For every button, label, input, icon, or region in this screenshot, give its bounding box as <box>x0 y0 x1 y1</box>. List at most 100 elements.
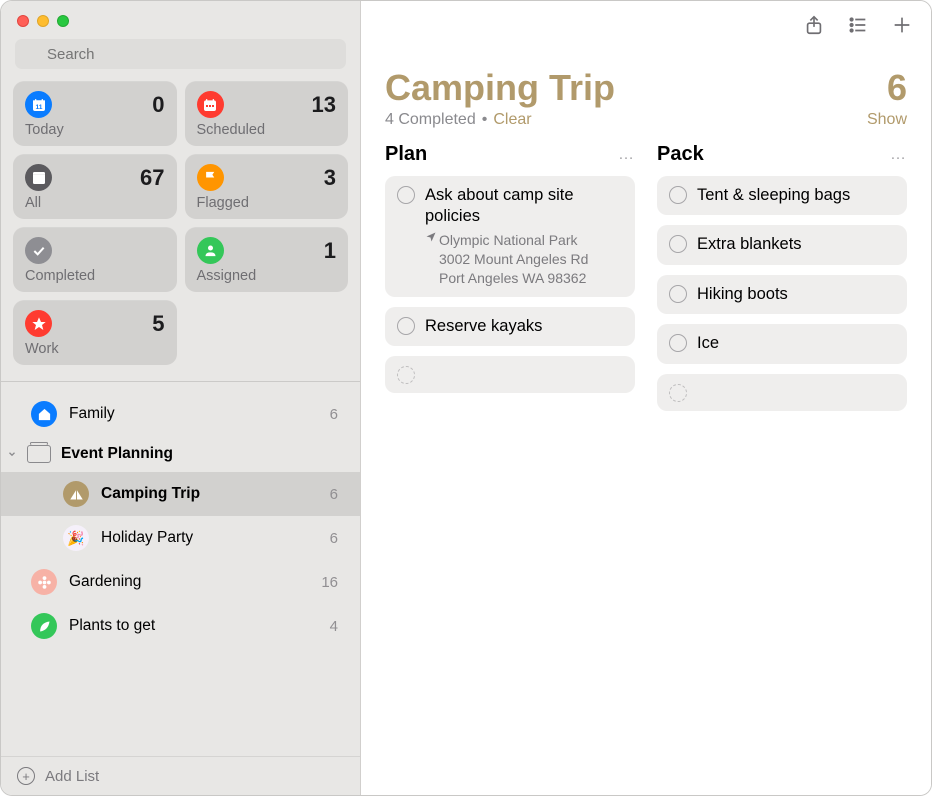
show-completed-button[interactable]: Show <box>867 111 907 129</box>
list-label: Plants to get <box>69 617 330 635</box>
sidebar-divider <box>1 381 360 382</box>
add-list-button[interactable]: + Add List <box>1 756 360 795</box>
reminder-item[interactable]: Hiking boots <box>657 275 907 314</box>
list-row-plants[interactable]: Plants to get 4 <box>1 604 360 648</box>
flower-icon <box>31 569 57 595</box>
main-area: Camping Trip 6 4 Completed • Clear Show … <box>361 1 931 795</box>
reminder-title: Ask about camp site policies <box>425 185 623 228</box>
assigned-icon <box>197 237 224 264</box>
smart-card-work[interactable]: 5 Work <box>13 300 177 365</box>
all-icon <box>25 164 52 191</box>
smart-card-flagged[interactable]: 3 Flagged <box>185 154 349 219</box>
section-plan: Plan … Ask about camp site policies Olym… <box>385 143 635 421</box>
completed-icon <box>25 237 52 264</box>
new-reminder-placeholder[interactable] <box>385 356 635 393</box>
reminder-title: Tent & sleeping bags <box>697 185 895 206</box>
list-count: 6 <box>330 406 338 423</box>
complete-toggle[interactable] <box>669 334 687 352</box>
window-controls <box>1 1 360 33</box>
list-count: 16 <box>321 574 338 591</box>
complete-toggle[interactable] <box>397 317 415 335</box>
list-subheader: 4 Completed • Clear Show <box>385 111 907 129</box>
flagged-icon <box>197 164 224 191</box>
minimize-window-button[interactable] <box>37 15 49 27</box>
list-label: Holiday Party <box>101 529 330 547</box>
share-button[interactable] <box>803 14 825 36</box>
reminder-location: Olympic National Park 3002 Mount Angeles… <box>425 231 623 288</box>
list-row-gardening[interactable]: Gardening 16 <box>1 560 360 604</box>
reminder-item[interactable]: Ask about camp site policies Olympic Nat… <box>385 176 635 297</box>
section-title: Pack <box>657 143 704 166</box>
smart-card-today[interactable]: 11 0 Today <box>13 81 177 146</box>
count-label: 3 <box>324 165 336 191</box>
smart-card-label: Today <box>25 122 165 138</box>
list-label: Camping Trip <box>101 485 330 503</box>
complete-toggle[interactable] <box>669 285 687 303</box>
reminder-title: Hiking boots <box>697 284 895 305</box>
house-icon <box>31 401 57 427</box>
complete-toggle[interactable] <box>397 186 415 204</box>
folder-icon <box>27 445 51 463</box>
smart-card-completed[interactable]: Completed <box>13 227 177 292</box>
count-label: 13 <box>312 92 336 118</box>
new-reminder-placeholder[interactable] <box>657 374 907 411</box>
reminder-item[interactable]: Tent & sleeping bags <box>657 176 907 215</box>
view-options-button[interactable] <box>847 14 869 36</box>
smart-card-assigned[interactable]: 1 Assigned <box>185 227 349 292</box>
list-title: Camping Trip <box>385 67 615 109</box>
list-total-count: 6 <box>887 67 907 109</box>
app-window: 11 0 Today 13 Scheduled <box>0 0 932 796</box>
count-label: 5 <box>152 311 164 337</box>
reminder-location-text: Olympic National Park 3002 Mount Angeles… <box>439 231 588 288</box>
count-label: 0 <box>152 92 164 118</box>
sidebar: 11 0 Today 13 Scheduled <box>1 1 361 795</box>
reminder-title: Extra blankets <box>697 234 895 255</box>
reminder-item[interactable]: Reserve kayaks <box>385 307 635 346</box>
section-more-button[interactable]: … <box>890 146 907 164</box>
smart-card-label: Assigned <box>197 268 337 284</box>
new-reminder-button[interactable] <box>891 14 913 36</box>
smart-card-label: Flagged <box>197 195 337 211</box>
reminder-item[interactable]: Ice <box>657 324 907 363</box>
complete-toggle <box>397 366 415 384</box>
list-row-camping-trip[interactable]: Camping Trip 6 <box>1 472 360 516</box>
complete-toggle <box>669 384 687 402</box>
complete-toggle[interactable] <box>669 235 687 253</box>
sections-container: Plan … Ask about camp site policies Olym… <box>385 143 907 421</box>
list-label: Gardening <box>69 573 321 591</box>
list-count: 6 <box>330 530 338 547</box>
list-row-holiday-party[interactable]: Holiday Party 6 <box>1 516 360 560</box>
reminder-title: Reserve kayaks <box>425 316 623 337</box>
smart-card-all[interactable]: 67 All <box>13 154 177 219</box>
work-icon <box>25 310 52 337</box>
smart-card-scheduled[interactable]: 13 Scheduled <box>185 81 349 146</box>
maximize-window-button[interactable] <box>57 15 69 27</box>
list-row-family[interactable]: Family 6 <box>1 392 360 436</box>
group-row-event-planning[interactable]: Event Planning <box>1 436 360 472</box>
clear-completed-button[interactable]: Clear <box>493 111 531 129</box>
scheduled-icon <box>197 91 224 118</box>
leaf-icon <box>31 613 57 639</box>
svg-text:11: 11 <box>35 104 42 111</box>
separator-dot: • <box>482 111 488 129</box>
search-container <box>15 39 346 69</box>
smart-lists-grid: 11 0 Today 13 Scheduled <box>1 79 360 375</box>
close-window-button[interactable] <box>17 15 29 27</box>
sidebar-lists: Family 6 Event Planning Camping Trip 6 <box>1 388 360 756</box>
smart-card-label: All <box>25 195 165 211</box>
chevron-down-icon <box>7 449 25 459</box>
tent-icon <box>63 481 89 507</box>
location-icon <box>425 231 437 288</box>
reminder-item[interactable]: Extra blankets <box>657 225 907 264</box>
list-count: 6 <box>330 486 338 503</box>
section-more-button[interactable]: … <box>618 146 635 164</box>
section-title: Plan <box>385 143 427 166</box>
smart-card-label: Completed <box>25 268 165 284</box>
search-input[interactable] <box>15 39 346 69</box>
section-pack: Pack … Tent & sleeping bags Extra blanke… <box>657 143 907 421</box>
plus-icon: + <box>17 767 35 785</box>
group-label: Event Planning <box>61 445 173 463</box>
complete-toggle[interactable] <box>669 186 687 204</box>
party-icon <box>63 525 89 551</box>
count-label: 67 <box>140 165 164 191</box>
